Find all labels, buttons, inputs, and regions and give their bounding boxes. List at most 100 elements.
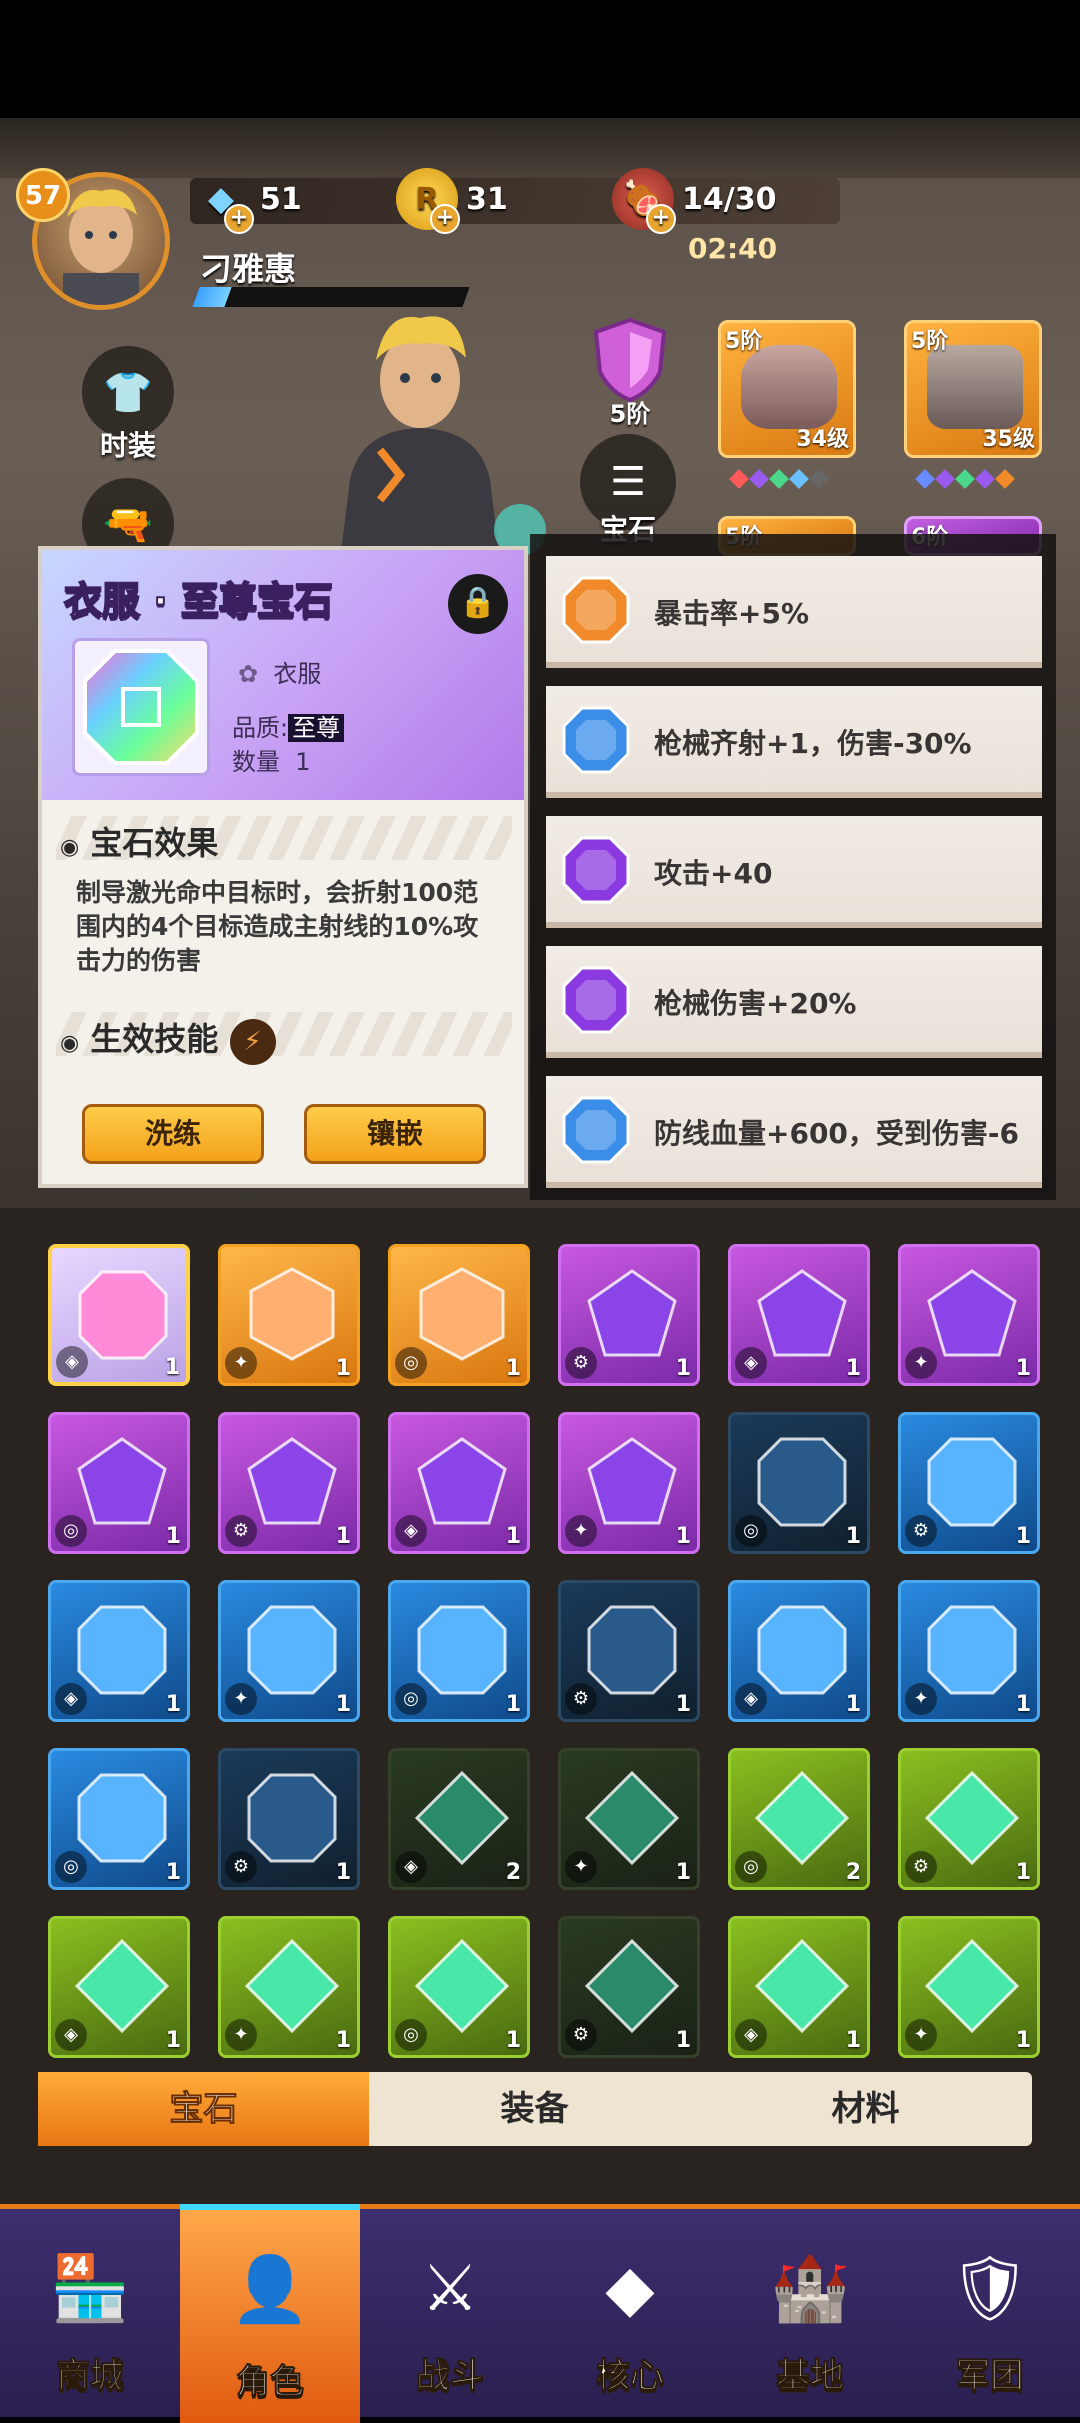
equip-slot-icon: ◈: [735, 1347, 767, 1379]
equipment-boots[interactable]: 5阶 35级: [904, 320, 1042, 458]
green-gem-icon: [413, 1769, 511, 1867]
effect-section-title: ◉ 宝石效果: [60, 824, 219, 862]
gem-count: 1: [1015, 2028, 1031, 2053]
tab-gems[interactable]: 宝石: [38, 2072, 369, 2146]
gem-inventory-cell[interactable]: ✦ 1: [558, 1748, 700, 1890]
nav-shop[interactable]: 🏪 商城: [0, 2209, 180, 2417]
gem-button[interactable]: ☰ 宝石: [580, 434, 676, 548]
nav-base[interactable]: 🏰 基地: [720, 2209, 900, 2417]
gem-slot-icon: [995, 469, 1015, 489]
gem-inventory-cell[interactable]: ◈ 1: [48, 1916, 190, 2058]
equip-slot-icon: ◈: [735, 2019, 767, 2051]
gem-count: 1: [845, 1356, 861, 1381]
nav-legion[interactable]: 🛡 军团: [900, 2209, 1080, 2417]
add-r-coin-icon[interactable]: +: [430, 204, 460, 234]
meat-icon: 🍖 +: [612, 168, 676, 234]
equip-slot-icon: ◎: [55, 1515, 87, 1547]
gem-inventory-cell[interactable]: ⚙ 1: [898, 1748, 1040, 1890]
gem-inventory-cell[interactable]: ◈ 1: [728, 1244, 870, 1386]
gem-inventory-cell[interactable]: ✦ 1: [558, 1412, 700, 1554]
skill-icon[interactable]: ⚡: [229, 1019, 276, 1065]
gem-inventory-cell[interactable]: ⚙ 1: [558, 1916, 700, 2058]
resource-r-coin[interactable]: R + 31: [396, 168, 508, 234]
tab-materials[interactable]: 材料: [700, 2072, 1031, 2146]
gem-slot-label: 衣服: [273, 660, 322, 688]
gem-count: 1: [675, 1860, 691, 1885]
gem-detail-image: [72, 638, 210, 776]
gem-stat-row: 攻击+40: [546, 816, 1042, 928]
gem-detail-title: 衣服 · 至尊宝石: [63, 578, 334, 624]
armor-shield[interactable]: 5阶: [588, 316, 672, 429]
r-coin-value: 31: [466, 181, 508, 217]
gem-inventory-cell[interactable]: ◎ 1: [48, 1412, 190, 1554]
gem-count: 1: [1015, 1524, 1031, 1549]
gem-inventory-cell[interactable]: ✦ 1: [898, 1244, 1040, 1386]
gem-detail-header: 衣服 · 至尊宝石 🔒 ✿ 衣服 品质: 至尊 数量 1: [42, 550, 524, 800]
gem-count: 1: [165, 1692, 181, 1717]
gem-inventory-cell[interactable]: ⚙ 1: [558, 1580, 700, 1722]
gem-inventory-cell[interactable]: ◈ 1: [728, 1580, 870, 1722]
resource-diamond[interactable]: ◆ + 51: [190, 168, 302, 234]
equipment-helmet[interactable]: 5阶 34级: [718, 320, 856, 458]
equip-slot-icon: ◎: [735, 1515, 767, 1547]
equip-slot-icon: ◎: [395, 1347, 427, 1379]
green-gem-icon: [413, 1937, 511, 2035]
gem-inventory-cell[interactable]: ⚙ 1: [218, 1412, 360, 1554]
nav-label: 战斗: [416, 2356, 485, 2397]
rainbow-gem-icon: [83, 649, 199, 765]
outfit-button[interactable]: 👕 时装: [82, 346, 174, 464]
effect-description: 制导激光命中目标时，会折射100范围内的4个目标造成主射线的10%攻击力的伤害: [76, 878, 479, 975]
gem-inventory-cell[interactable]: ◈ 1: [728, 1916, 870, 2058]
gem-count: 1: [845, 1524, 861, 1549]
gem-count: 1: [845, 1692, 861, 1717]
gem-inventory-cell[interactable]: ◎ 1: [48, 1748, 190, 1890]
equip-slot-icon: ✦: [905, 1683, 937, 1715]
gem-inventory-cell[interactable]: ✦ 1: [898, 1916, 1040, 2058]
gem-count: 1: [505, 1692, 521, 1717]
equip-slot-icon: ⚙: [565, 1683, 597, 1715]
gem-inventory-cell[interactable]: ◈ 1: [388, 1412, 530, 1554]
nav-core[interactable]: ◆ 核心: [540, 2209, 720, 2417]
purple-gem-icon: [753, 1265, 851, 1363]
inlay-button[interactable]: 镶嵌: [304, 1104, 486, 1164]
gem-inventory-cell[interactable]: ✦ 1: [898, 1580, 1040, 1722]
gem-count-label: 数量: [232, 748, 280, 776]
gem-count: 1: [505, 1356, 521, 1381]
gem-slot-row: ✿ 衣服: [238, 654, 321, 689]
refine-button[interactable]: 洗练: [82, 1104, 264, 1164]
gem-inventory-cell[interactable]: ✦ 1: [218, 1244, 360, 1386]
lock-icon[interactable]: 🔒: [448, 574, 508, 634]
blue-gem-icon: [923, 1601, 1021, 1699]
gem-inventory-cell[interactable]: ◎ 1: [388, 1916, 530, 2058]
gem-count: 1: [675, 1692, 691, 1717]
nav-label: 基地: [776, 2356, 845, 2397]
helmet-gem-slots: [729, 469, 829, 489]
gem-count: 1: [675, 1356, 691, 1381]
gem-inventory-cell[interactable]: ⚙ 1: [898, 1412, 1040, 1554]
gem-count: 1: [675, 2028, 691, 2053]
add-diamond-icon[interactable]: +: [224, 204, 254, 234]
add-stamina-icon[interactable]: +: [646, 204, 676, 234]
gem-inventory-cell[interactable]: ◎ 1: [388, 1244, 530, 1386]
character-icon: 👤: [230, 2253, 310, 2327]
orange-gem-icon: [243, 1265, 341, 1363]
nav-battle[interactable]: ⚔ 战斗: [360, 2209, 540, 2417]
hero-figure-icon: [340, 316, 546, 560]
tab-equipment[interactable]: 装备: [369, 2072, 700, 2146]
resource-stamina[interactable]: 🍖 + 14/30: [612, 168, 776, 234]
gem-inventory-cell[interactable]: ◈ 1: [48, 1244, 190, 1386]
purple-gem-icon: [73, 1433, 171, 1531]
gem-inventory-cell[interactable]: ✦ 1: [218, 1916, 360, 2058]
equipment-tier: 5阶: [725, 329, 763, 354]
gem-stat-row: 暴击率+5%: [546, 556, 1042, 668]
gem-inventory-cell[interactable]: ◈ 2: [388, 1748, 530, 1890]
gem-inventory-cell[interactable]: ◈ 1: [48, 1580, 190, 1722]
gem-slot-icon: [749, 469, 769, 489]
gem-inventory-cell[interactable]: ◎ 1: [728, 1412, 870, 1554]
nav-character[interactable]: 👤 角色: [180, 2204, 360, 2423]
gem-inventory-cell[interactable]: ✦ 1: [218, 1580, 360, 1722]
gem-inventory-cell[interactable]: ◎ 2: [728, 1748, 870, 1890]
gem-inventory-cell[interactable]: ⚙ 1: [218, 1748, 360, 1890]
gem-inventory-cell[interactable]: ◎ 1: [388, 1580, 530, 1722]
gem-inventory-cell[interactable]: ⚙ 1: [558, 1244, 700, 1386]
